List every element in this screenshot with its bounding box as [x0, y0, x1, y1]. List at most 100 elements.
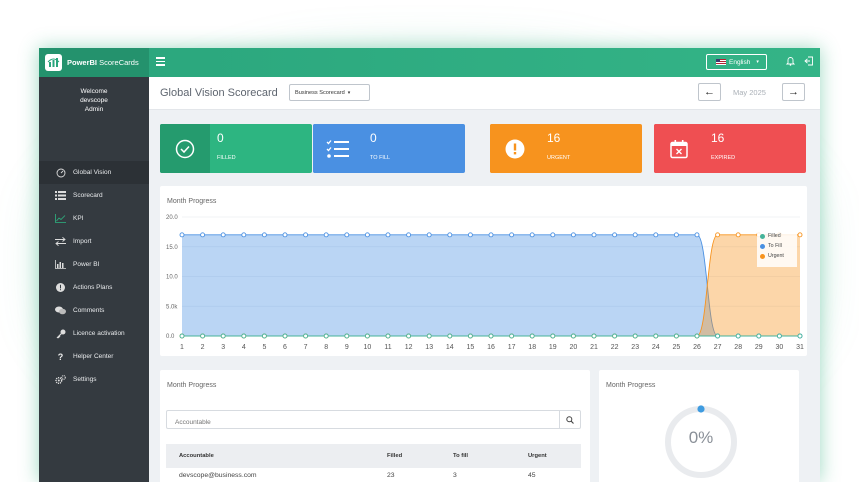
point-to-fill[interactable]	[282, 232, 288, 238]
point-filled[interactable]	[261, 333, 267, 339]
point-filled[interactable]	[632, 333, 638, 339]
sidebar-item-scorecard[interactable]: Scorecard	[39, 184, 149, 207]
point-to-fill[interactable]	[653, 232, 659, 238]
column-header-to-fill[interactable]: To fill	[453, 453, 468, 459]
point-to-fill[interactable]	[323, 232, 329, 238]
brand[interactable]: PowerBI ScoreCards	[39, 48, 149, 77]
to-fill-card[interactable]: 0 TO FILL	[313, 124, 465, 173]
point-urgent[interactable]	[797, 232, 803, 238]
legend-item-urgent[interactable]: Urgent	[757, 251, 797, 261]
point-filled[interactable]	[385, 333, 391, 339]
point-filled[interactable]	[694, 333, 700, 339]
point-filled[interactable]	[570, 333, 576, 339]
point-filled[interactable]	[756, 333, 762, 339]
top-bar: PowerBI ScoreCards English ▾	[39, 48, 820, 77]
sidebar-item-label: Helper Center	[73, 353, 114, 360]
language-dropdown[interactable]: English ▾	[706, 54, 767, 70]
point-to-fill[interactable]	[591, 232, 597, 238]
point-to-fill[interactable]	[241, 232, 247, 238]
point-urgent[interactable]	[735, 232, 741, 238]
point-to-fill[interactable]	[529, 232, 535, 238]
point-filled[interactable]	[323, 333, 329, 339]
urgent-card[interactable]: 16 URGENT	[490, 124, 642, 173]
hamburger-menu-icon[interactable]	[156, 57, 165, 67]
point-to-fill[interactable]	[509, 232, 515, 238]
sidebar-item-kpi[interactable]: KPI	[39, 207, 149, 230]
sidebar-item-global-vision[interactable]: Global Vision	[39, 161, 149, 184]
point-to-fill[interactable]	[447, 232, 453, 238]
point-to-fill[interactable]	[220, 232, 226, 238]
point-filled[interactable]	[776, 333, 782, 339]
scorecard-dropdown[interactable]: Business Scorecard ▾	[289, 84, 370, 101]
column-header-accountable[interactable]: Accountable	[179, 453, 214, 459]
point-to-fill[interactable]	[344, 232, 350, 238]
point-filled[interactable]	[715, 333, 721, 339]
point-to-fill[interactable]	[364, 232, 370, 238]
column-header-urgent[interactable]: Urgent	[528, 453, 547, 459]
donut-progress-marker	[697, 405, 705, 413]
page-title: Global Vision Scorecard	[160, 87, 278, 99]
sidebar-item-power-bi[interactable]: Power BI	[39, 253, 149, 276]
logout-icon[interactable]	[804, 56, 814, 68]
point-to-fill[interactable]	[303, 232, 309, 238]
point-urgent[interactable]	[715, 232, 721, 238]
point-to-fill[interactable]	[673, 232, 679, 238]
point-to-fill[interactable]	[612, 232, 618, 238]
point-filled[interactable]	[529, 333, 535, 339]
point-to-fill[interactable]	[550, 232, 556, 238]
sidebar-item-actions-plans[interactable]: Actions Plans	[39, 276, 149, 299]
point-filled[interactable]	[447, 333, 453, 339]
point-filled[interactable]	[344, 333, 350, 339]
point-filled[interactable]	[673, 333, 679, 339]
legend-item-to-fill[interactable]: To Fill	[757, 241, 797, 251]
point-filled[interactable]	[797, 333, 803, 339]
sidebar-item-licence-activation[interactable]: Licence activation	[39, 322, 149, 345]
point-to-fill[interactable]	[385, 232, 391, 238]
point-filled[interactable]	[653, 333, 659, 339]
column-header-filled[interactable]: Filled	[387, 453, 402, 459]
point-to-fill[interactable]	[426, 232, 432, 238]
point-filled[interactable]	[488, 333, 494, 339]
point-to-fill[interactable]	[200, 232, 206, 238]
point-filled[interactable]	[550, 333, 556, 339]
point-filled[interactable]	[220, 333, 226, 339]
point-filled[interactable]	[406, 333, 412, 339]
point-filled[interactable]	[735, 333, 741, 339]
point-to-fill[interactable]	[694, 232, 700, 238]
point-to-fill[interactable]	[406, 232, 412, 238]
legend-item-filled[interactable]: Filled	[757, 231, 797, 241]
bell-icon[interactable]	[785, 56, 796, 68]
expired-card[interactable]: 16 EXPIRED	[654, 124, 806, 173]
point-filled[interactable]	[426, 333, 432, 339]
search-button[interactable]	[559, 411, 580, 428]
point-filled[interactable]	[303, 333, 309, 339]
point-filled[interactable]	[612, 333, 618, 339]
exclamation-circle-icon	[55, 283, 66, 293]
sidebar-item-import[interactable]: Import	[39, 230, 149, 253]
sidebar-item-comments[interactable]: Comments	[39, 299, 149, 322]
point-to-fill[interactable]	[467, 232, 473, 238]
point-filled[interactable]	[364, 333, 370, 339]
donut-percent: 0%	[688, 428, 714, 447]
next-month-button[interactable]: →	[782, 83, 805, 101]
x-tick-label: 4	[242, 344, 246, 351]
sidebar-item-helper-center[interactable]: ? Helper Center	[39, 345, 149, 368]
point-filled[interactable]	[591, 333, 597, 339]
point-to-fill[interactable]	[632, 232, 638, 238]
point-filled[interactable]	[179, 333, 185, 339]
previous-month-button[interactable]: ←	[698, 83, 721, 101]
point-to-fill[interactable]	[488, 232, 494, 238]
x-tick-label: 2	[201, 344, 205, 351]
point-filled[interactable]	[241, 333, 247, 339]
point-to-fill[interactable]	[261, 232, 267, 238]
point-to-fill[interactable]	[570, 232, 576, 238]
x-tick-label: 8	[324, 344, 328, 351]
point-filled[interactable]	[200, 333, 206, 339]
filled-card[interactable]: 0 FILLED	[160, 124, 312, 173]
sidebar-item-settings[interactable]: Settings	[39, 368, 149, 391]
point-filled[interactable]	[282, 333, 288, 339]
point-filled[interactable]	[509, 333, 515, 339]
accountable-search-input[interactable]	[167, 414, 557, 431]
point-to-fill[interactable]	[179, 232, 185, 238]
point-filled[interactable]	[467, 333, 473, 339]
